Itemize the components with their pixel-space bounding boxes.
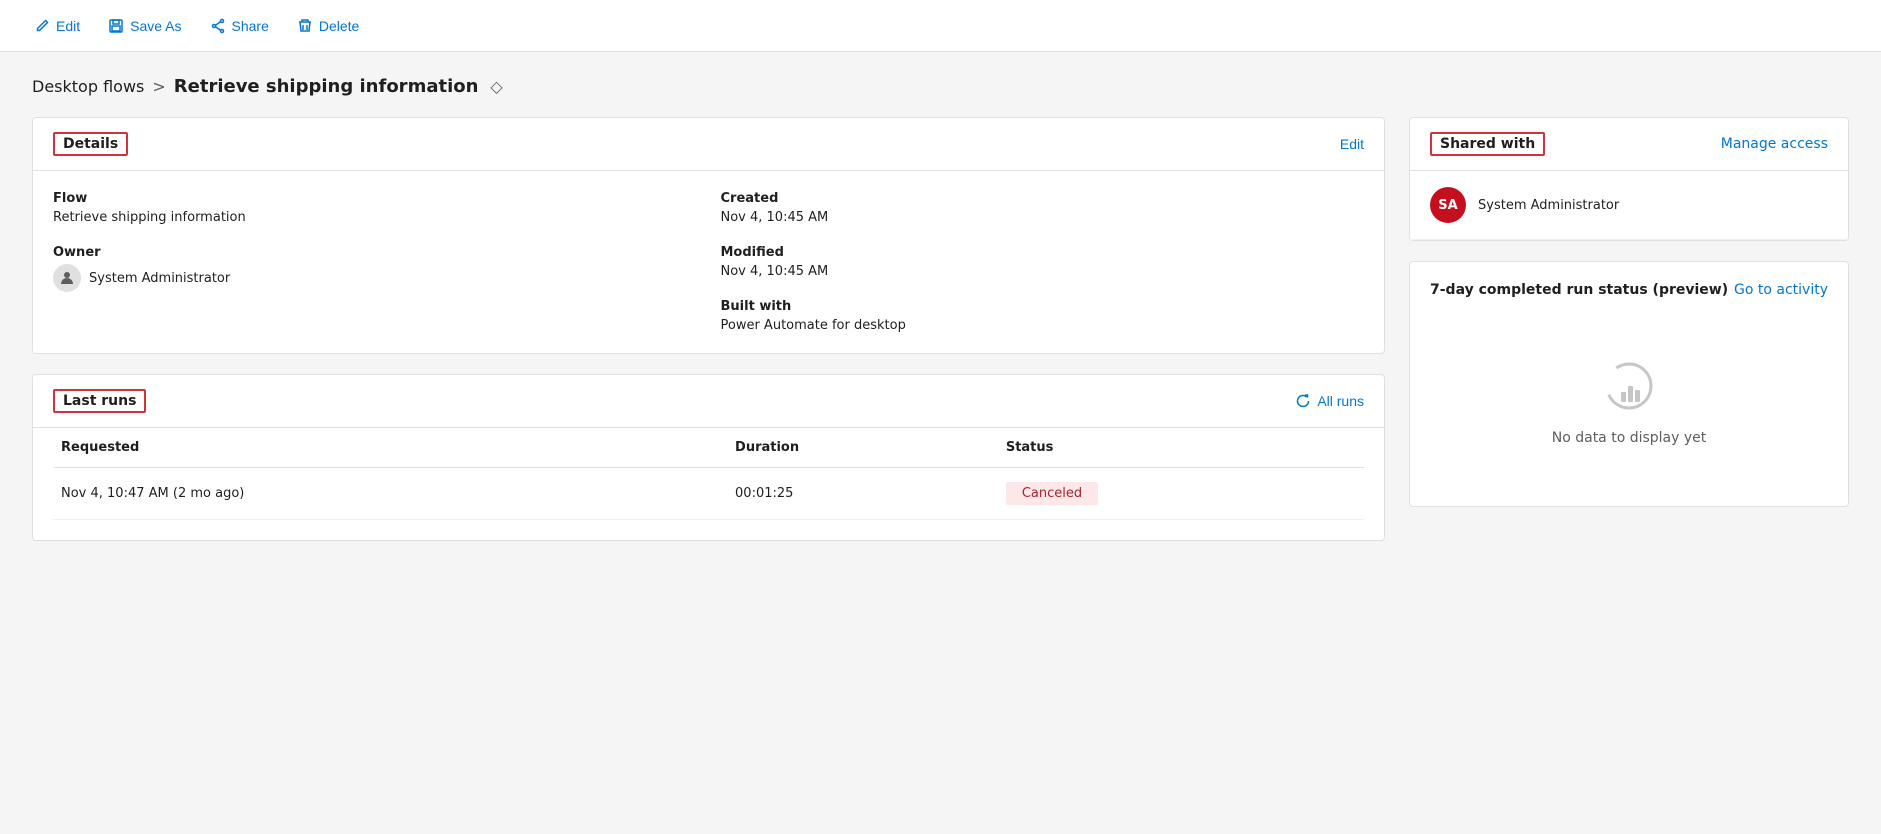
flow-item: Flow Retrieve shipping information [53, 191, 697, 225]
runs-table-header-row: Requested Duration Status [53, 428, 1364, 468]
shared-with-title: Shared with [1430, 132, 1545, 156]
runs-table-head: Requested Duration Status [53, 428, 1364, 468]
created-value: Nov 4, 10:45 AM [721, 210, 1365, 225]
refresh-icon [1295, 393, 1311, 409]
details-grid: Flow Retrieve shipping information Owner [53, 191, 1364, 333]
toolbar: Edit Save As Share Delete [0, 0, 1881, 52]
share-label: Share [232, 18, 269, 34]
go-to-activity-link[interactable]: Go to activity [1734, 282, 1828, 298]
shared-with-card: Shared with Manage access SA System Admi… [1409, 117, 1849, 241]
last-runs-title: Last runs [53, 389, 146, 413]
details-right: Created Nov 4, 10:45 AM Modified Nov 4, … [721, 191, 1365, 333]
modified-value: Nov 4, 10:45 AM [721, 264, 1365, 279]
created-label: Created [721, 191, 1365, 206]
share-icon [210, 18, 226, 34]
save-as-label: Save As [130, 18, 181, 34]
breadcrumb-current: Retrieve shipping information [174, 76, 479, 97]
breadcrumb-separator: > [152, 77, 165, 96]
main-layout: Details Edit Flow Retrieve shipping info… [32, 117, 1849, 541]
run-status-section: 7-day completed run status (preview) Go … [1409, 261, 1849, 507]
duration-column-header: Duration [727, 428, 998, 468]
modified-item: Modified Nov 4, 10:45 AM [721, 245, 1365, 279]
owner-label: Owner [53, 245, 697, 260]
share-button[interactable]: Share [200, 12, 279, 40]
table-row: Nov 4, 10:47 AM (2 mo ago) 00:01:25 Canc… [53, 468, 1364, 520]
built-with-item: Built with Power Automate for desktop [721, 299, 1365, 333]
last-runs-card: Last runs All runs Requested [32, 374, 1385, 541]
runs-table: Requested Duration Status Nov 4, 10:47 A… [53, 428, 1364, 520]
owner-row: System Administrator [53, 264, 697, 292]
status-badge: Canceled [1006, 482, 1098, 505]
built-with-value: Power Automate for desktop [721, 318, 1365, 333]
flow-label: Flow [53, 191, 697, 206]
details-card-body: Flow Retrieve shipping information Owner [33, 171, 1384, 353]
breadcrumb: Desktop flows > Retrieve shipping inform… [32, 76, 1849, 97]
runs-table-body: Nov 4, 10:47 AM (2 mo ago) 00:01:25 Canc… [53, 468, 1364, 520]
last-runs-card-header: Last runs All runs [33, 375, 1384, 428]
page-content: Desktop flows > Retrieve shipping inform… [0, 52, 1881, 565]
runs-table-container: Requested Duration Status Nov 4, 10:47 A… [33, 428, 1384, 540]
all-runs-button[interactable]: All runs [1295, 393, 1364, 409]
no-data-text: No data to display yet [1552, 430, 1707, 446]
details-title: Details [53, 132, 128, 156]
edit-icon [34, 18, 50, 34]
save-as-button[interactable]: Save As [98, 12, 191, 40]
details-edit-button[interactable]: Edit [1340, 136, 1364, 152]
status-cell: Canceled [998, 468, 1364, 520]
sa-avatar: SA [1430, 187, 1466, 223]
details-left: Flow Retrieve shipping information Owner [53, 191, 697, 333]
owner-item: Owner System Administrator [53, 245, 697, 292]
owner-value: System Administrator [89, 271, 230, 286]
manage-access-link[interactable]: Manage access [1721, 136, 1828, 152]
breadcrumb-parent-link[interactable]: Desktop flows [32, 77, 144, 96]
save-as-icon [108, 18, 124, 34]
shared-user-name: System Administrator [1478, 198, 1619, 213]
delete-button[interactable]: Delete [287, 12, 369, 40]
run-status-title: 7-day completed run status (preview) [1430, 282, 1728, 298]
edit-button[interactable]: Edit [24, 12, 90, 40]
left-column: Details Edit Flow Retrieve shipping info… [32, 117, 1385, 541]
details-card: Details Edit Flow Retrieve shipping info… [32, 117, 1385, 354]
details-card-header: Details Edit [33, 118, 1384, 171]
run-status-header: 7-day completed run status (preview) Go … [1430, 282, 1828, 298]
duration-cell: 00:01:25 [727, 468, 998, 520]
requested-column-header: Requested [53, 428, 727, 468]
delete-label: Delete [319, 18, 359, 34]
requested-cell: Nov 4, 10:47 AM (2 mo ago) [53, 468, 727, 520]
status-column-header: Status [998, 428, 1364, 468]
delete-icon [297, 18, 313, 34]
owner-avatar [53, 264, 81, 292]
shared-user-row: SA System Administrator [1410, 171, 1848, 240]
edit-label: Edit [56, 18, 80, 34]
right-column: Shared with Manage access SA System Admi… [1409, 117, 1849, 507]
modified-label: Modified [721, 245, 1365, 260]
shared-with-card-header: Shared with Manage access [1410, 118, 1848, 171]
diamond-icon: ◇ [490, 77, 502, 96]
no-data-container: No data to display yet [1430, 318, 1828, 486]
no-data-chart-icon [1601, 358, 1657, 418]
built-with-label: Built with [721, 299, 1365, 314]
created-item: Created Nov 4, 10:45 AM [721, 191, 1365, 225]
flow-value: Retrieve shipping information [53, 210, 697, 225]
all-runs-label: All runs [1317, 393, 1364, 409]
